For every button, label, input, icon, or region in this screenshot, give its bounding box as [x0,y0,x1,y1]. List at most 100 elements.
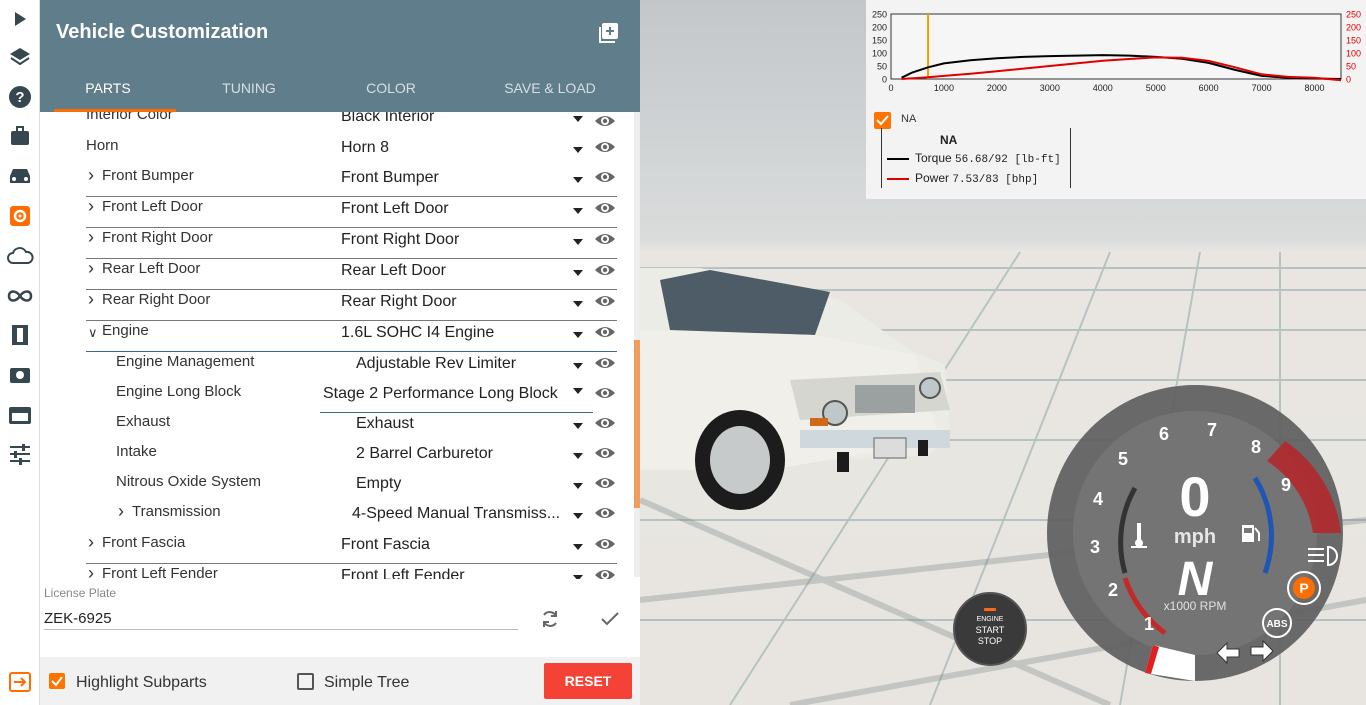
visibility-eye-icon[interactable] [594,112,616,130]
dropdown-arrow-icon[interactable] [573,270,583,276]
part-row[interactable]: › Front Left Door Front Left Door [40,196,630,229]
visibility-eye-icon[interactable] [594,474,616,492]
briefcase-icon[interactable] [0,119,39,153]
part-row[interactable]: › Rear Right Door Rear Right Door [40,289,630,322]
engine-start-stop-button[interactable]: ENGINE START STOP [953,592,1027,666]
part-select[interactable]: Front Left Fender [341,567,571,579]
part-row[interactable]: Interior Color Black Interior [40,112,630,137]
simple-tree-checkbox[interactable] [297,673,314,690]
visibility-eye-icon[interactable] [594,323,616,341]
camera-icon[interactable] [0,357,39,391]
visibility-eye-icon[interactable] [594,444,616,462]
part-row[interactable]: › Rear Left Door Rear Left Door [40,258,630,291]
visibility-eye-icon[interactable] [594,138,616,156]
chevron-right-icon[interactable]: › [118,501,124,522]
part-row[interactable]: › Transmission 4-Speed Manual Transmiss... [40,501,630,534]
part-select[interactable]: Black Interior [341,112,571,126]
visibility-eye-icon[interactable] [594,535,616,553]
na-checkbox[interactable] [874,112,891,129]
chevron-right-icon[interactable]: › [88,532,94,553]
dropdown-arrow-icon[interactable] [573,208,583,214]
chevron-right-icon[interactable]: › [88,165,94,186]
part-select[interactable]: Rear Right Door [341,293,571,311]
part-row[interactable]: Horn Horn 8 [40,137,630,168]
dropdown-arrow-icon[interactable] [573,363,583,369]
part-select[interactable]: 2 Barrel Carburetor [356,445,566,463]
part-row[interactable]: Intake 2 Barrel Carburetor [40,443,630,474]
infinity-icon[interactable] [0,279,39,313]
part-select[interactable]: Stage 2 Performance Long Block [323,385,578,403]
dropdown-arrow-icon[interactable] [573,575,583,579]
chevron-down-icon[interactable]: ∨ [88,325,98,341]
part-select[interactable]: Empty [356,475,566,493]
scrollbar-thumb[interactable] [634,340,640,508]
part-select[interactable]: Horn 8 [341,139,571,157]
dropdown-arrow-icon[interactable] [573,301,583,307]
cloud-icon[interactable] [0,239,39,273]
part-row[interactable]: Nitrous Oxide System Empty [40,473,630,504]
dropdown-arrow-icon[interactable] [573,423,583,429]
part-row[interactable]: › Front Fascia Front Fascia [40,532,630,565]
dropdown-arrow-icon[interactable] [573,147,583,153]
gear-icon[interactable] [0,199,39,233]
part-select[interactable]: 1.6L SOHC I4 Engine [341,324,571,342]
part-row[interactable]: Engine Long Block Stage 2 Performance Lon… [40,383,630,414]
part-select[interactable]: Exhaust [356,415,566,433]
part-row[interactable]: Exhaust Exhaust [40,413,630,444]
visibility-eye-icon[interactable] [594,414,616,432]
parts-scrollbar[interactable] [634,112,640,577]
part-select[interactable]: Adjustable Rev Limiter [356,355,566,373]
dropdown-arrow-icon[interactable] [573,388,583,394]
visibility-eye-icon[interactable] [594,384,616,402]
dropdown-arrow-icon[interactable] [573,332,583,338]
layers-icon[interactable] [0,40,39,74]
chevron-right-icon[interactable]: › [88,196,94,217]
dropdown-arrow-icon[interactable] [573,116,583,122]
part-row[interactable]: Engine Management Adjustable Rev Limiter [40,353,630,384]
part-row[interactable]: › Front Bumper Front Bumper [40,165,630,198]
dropdown-arrow-icon[interactable] [573,513,583,519]
dropdown-arrow-icon[interactable] [573,483,583,489]
dropdown-arrow-icon[interactable] [573,544,583,550]
part-select[interactable]: Front Fascia [341,536,571,554]
chevron-right-icon[interactable]: › [88,563,94,579]
refresh-icon[interactable] [540,609,560,629]
part-select[interactable]: Front Right Door [341,231,571,249]
part-row[interactable]: › Front Left Fender Front Left Fender [40,563,630,579]
tab-color[interactable]: COLOR [316,80,466,96]
dropdown-arrow-icon[interactable] [573,453,583,459]
dropdown-arrow-icon[interactable] [573,177,583,183]
exit-icon[interactable] [0,665,39,699]
part-row[interactable]: › Front Right Door Front Right Door [40,227,630,260]
visibility-eye-icon[interactable] [594,261,616,279]
tab-tuning[interactable]: TUNING [174,80,324,96]
tab-parts[interactable]: PARTS [33,80,183,96]
license-plate-input[interactable] [44,607,518,630]
part-select[interactable]: Front Left Door [341,200,571,218]
highlight-subparts-checkbox[interactable] [49,673,65,689]
apply-check-icon[interactable] [600,610,620,628]
window-icon[interactable] [0,398,39,432]
sliders-icon[interactable] [0,437,39,471]
part-row[interactable]: ∨ Engine 1.6L SOHC I4 Engine [40,322,630,353]
visibility-eye-icon[interactable] [594,354,616,372]
part-select[interactable]: 4-Speed Manual Transmiss... [352,505,570,523]
visibility-eye-icon[interactable] [594,292,616,310]
chevron-right-icon[interactable]: › [88,289,94,310]
play-icon[interactable] [0,2,39,36]
popout-icon[interactable] [597,22,619,44]
film-icon[interactable] [0,318,39,352]
car-icon[interactable] [0,159,39,193]
visibility-eye-icon[interactable] [594,168,616,186]
reset-button[interactable]: RESET [544,663,632,699]
chevron-right-icon[interactable]: › [88,258,94,279]
dropdown-arrow-icon[interactable] [573,239,583,245]
tab-save-load[interactable]: SAVE & LOAD [475,80,625,96]
part-select[interactable]: Rear Left Door [341,262,571,280]
chevron-right-icon[interactable]: › [88,227,94,248]
part-select[interactable]: Front Bumper [341,169,571,187]
visibility-eye-icon[interactable] [594,566,616,579]
visibility-eye-icon[interactable] [594,199,616,217]
visibility-eye-icon[interactable] [594,230,616,248]
visibility-eye-icon[interactable] [594,504,616,522]
